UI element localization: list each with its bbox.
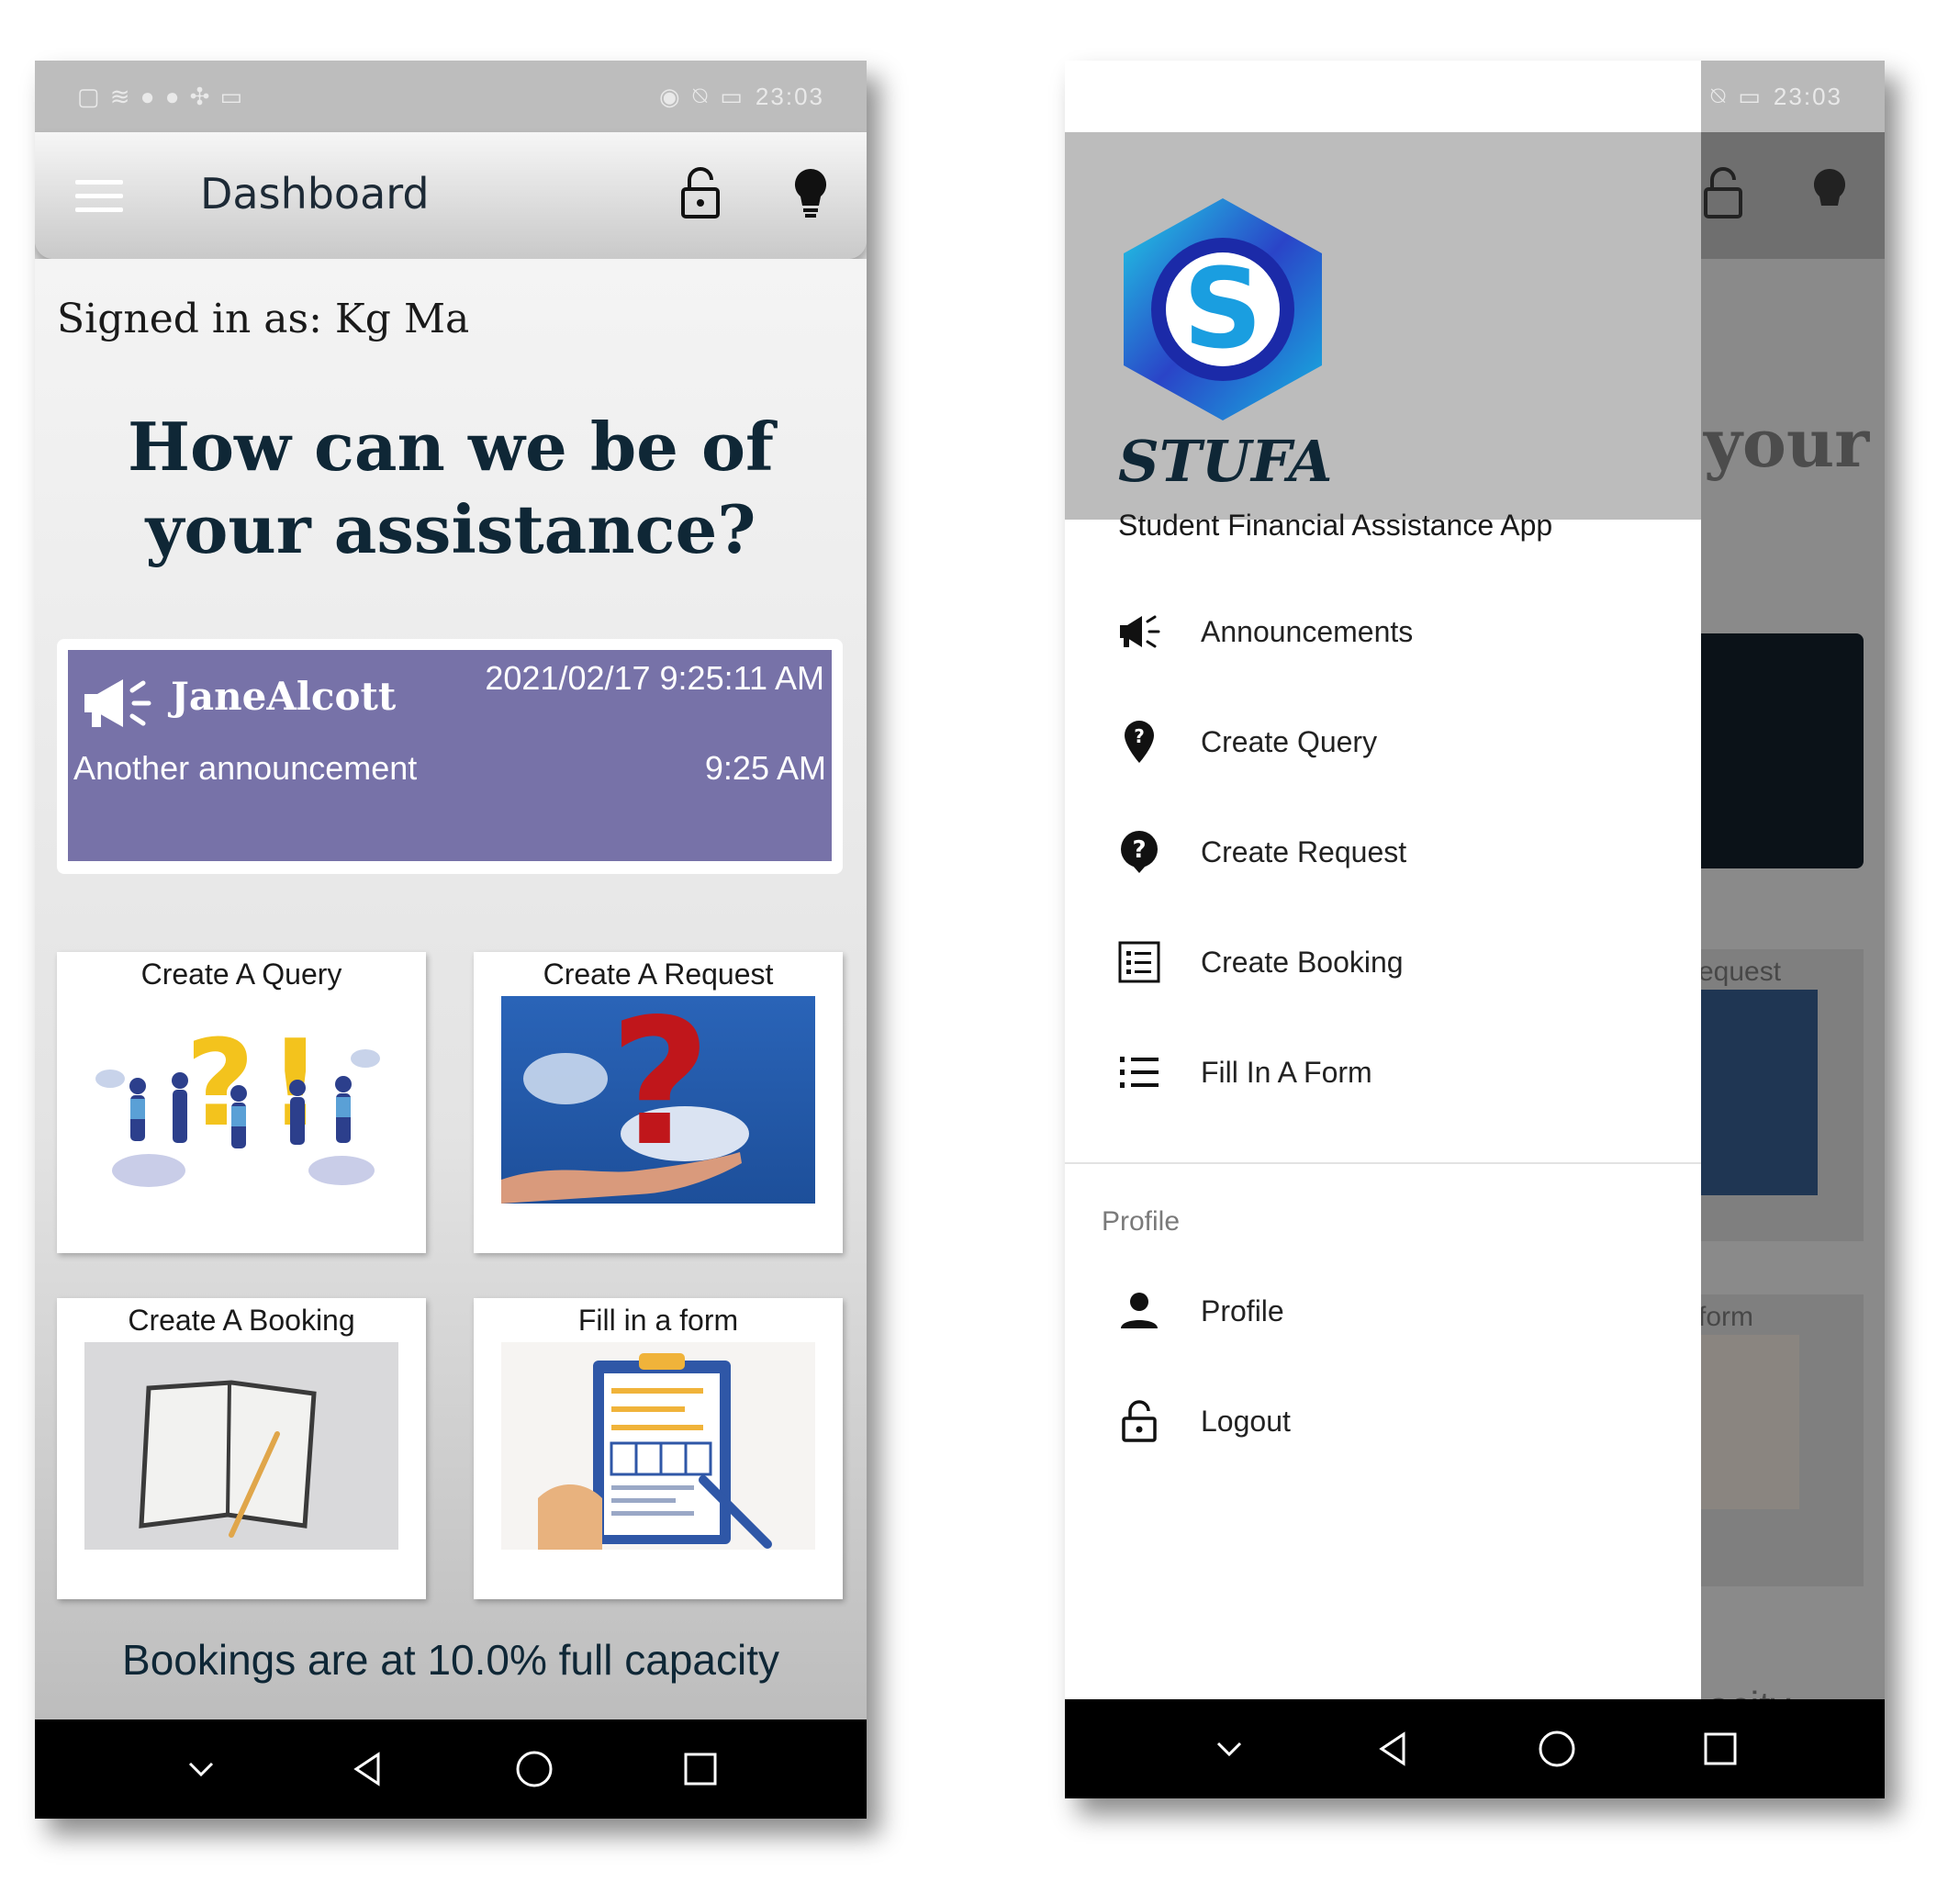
navigation-drawer: S STUFA Student Financial Assistance App… [1065,61,1701,1699]
person-icon [1121,1293,1158,1328]
drawer-item-label: Create Booking [1201,945,1404,979]
dashboard-phone: ▢ ≋ ● ● ✣ ▭ ◉ ⍉ ▭ 23:03 Dashboard Signed… [35,61,867,1819]
drawer-item-label: Announcements [1201,614,1414,648]
question-circle-icon: ? [1121,831,1158,873]
drawer-item-logout[interactable]: Logout [1065,1384,1701,1458]
card-title: Create A Query [140,958,342,991]
drawer-header: S STUFA Student Financial Assistance App [1065,132,1701,542]
svg-text:?: ? [1134,725,1145,747]
battery-icon: ▭ [720,82,744,110]
people-question-illustration: ? ! [84,996,398,1204]
drawer-item-label: Create Request [1201,834,1407,868]
bell-off-icon: ⍉ [1710,82,1728,109]
signed-in-label: Signed in as: Kg Ma [57,296,470,342]
peek-form-card: form [1689,1294,1864,1586]
svg-text:?: ? [610,996,711,1184]
navigation-bar [35,1719,867,1819]
create-request-card[interactable]: Create A Request ? [474,952,843,1253]
card-title: Create A Booking [128,1304,355,1337]
create-booking-card[interactable]: Create A Booking [57,1298,426,1599]
back-icon[interactable] [347,1749,387,1789]
status-bar: ▢ ≋ ● ● ✣ ▭ ◉ ⍉ ▭ 23:03 [35,61,867,132]
notebook-illustration [84,1342,398,1550]
drawer-item-label: Fill In A Form [1201,1055,1372,1089]
lock-open-icon[interactable] [677,165,723,220]
fill-form-card[interactable]: Fill in a form [474,1298,843,1599]
drawer-item-create-request[interactable]: ? Create Request [1065,815,1701,889]
drawer-item-create-query[interactable]: ? Create Query [1065,705,1701,778]
svg-text:?: ? [1132,836,1146,864]
chevron-down-icon[interactable] [181,1749,221,1789]
status-icons-right: ◉ ⍉ ▭ 23:03 [659,82,824,111]
clipboard-illustration [501,1342,815,1550]
drawer-item-fill-form[interactable]: Fill In A Form [1065,1036,1701,1109]
peek-request-image [1698,990,1818,1195]
announcement-body: JaneAlcott 2021/02/17 9:25:11 AM Another… [68,650,832,861]
assistance-headline: How can we be of your assistance? [127,408,775,568]
card-title: Create A Request [543,958,774,991]
booking-capacity-text: Bookings are at 10.0% full capacity [122,1636,779,1684]
app-bar: Dashboard [35,132,867,259]
announcement-author: JaneAlcott [171,674,397,719]
dashboard-content: Signed in as: Kg Ma How can we be of you… [35,259,867,1719]
announcement-time: 9:25 AM [704,749,826,787]
peek-announcement [1689,633,1864,868]
announcement-card[interactable]: JaneAlcott 2021/02/17 9:25:11 AM Another… [57,639,843,874]
lightbulb-icon[interactable] [789,165,832,220]
back-icon[interactable] [1372,1729,1413,1769]
drawer-item-label: Create Query [1201,724,1378,758]
announcement-message: Another announcement [73,749,418,787]
home-icon[interactable] [1537,1729,1577,1769]
numbered-list-icon [1120,1057,1159,1088]
battery-icon: ▭ [1738,82,1763,110]
location-question-icon: ? [1125,721,1154,763]
list-box-icon [1118,941,1160,983]
home-icon[interactable] [514,1749,554,1789]
card-title: Fill in a form [577,1304,739,1337]
svg-text:S: S [1183,246,1262,374]
status-time: 23:03 [755,82,824,110]
app-brand: STUFA [1118,428,1333,495]
megaphone-icon [1120,615,1160,648]
bell-off-icon: ⍉ [692,82,710,109]
status-time: 23:03 [1773,82,1842,110]
drawer-item-label: Profile [1201,1294,1284,1327]
peek-request-card: equest [1689,949,1864,1241]
peek-headline: your [1704,404,1870,482]
lock-open-icon [1122,1400,1157,1442]
chevron-down-icon[interactable] [1209,1729,1249,1769]
navigation-bar [1065,1699,1885,1798]
drawer-item-label: Logout [1201,1404,1291,1438]
section-label-profile: Profile [1102,1206,1181,1237]
stufa-logo-icon: S [1124,198,1322,420]
drawer-divider [1065,1162,1701,1164]
page-title: Dashboard [200,169,430,218]
peek-request-title: equest [1698,957,1782,987]
drawer-item-profile[interactable]: Profile [1065,1274,1701,1348]
recents-icon[interactable] [1700,1729,1741,1769]
lock-open-icon [1704,167,1742,218]
lightbulb-icon [1813,168,1846,206]
drawer-item-create-booking[interactable]: Create Booking [1065,925,1701,999]
status-icons-right: ◉ ⍉ ▭ 23:03 [1677,82,1842,111]
status-icons-left: ▢ ≋ ● ● ✣ ▭ [77,82,245,110]
drawer-phone: ▢ ≋ ✣ ▭ ◉ ⍉ ▭ 23:03 your equest form aci… [1065,61,1885,1798]
megaphone-icon [84,679,151,727]
menu-icon[interactable] [75,180,123,213]
eye-icon: ◉ [659,82,682,110]
create-query-card[interactable]: Create A Query ? ! [57,952,426,1253]
announcement-date: 2021/02/17 9:25:11 AM [485,659,824,697]
recents-icon[interactable] [680,1749,721,1789]
app-tagline: Student Financial Assistance App [1118,509,1553,542]
peek-form-title: form [1698,1302,1753,1332]
drawer-item-announcements[interactable]: Announcements [1065,595,1701,668]
hand-question-illustration: ? [501,996,815,1204]
peek-form-image [1698,1335,1799,1509]
